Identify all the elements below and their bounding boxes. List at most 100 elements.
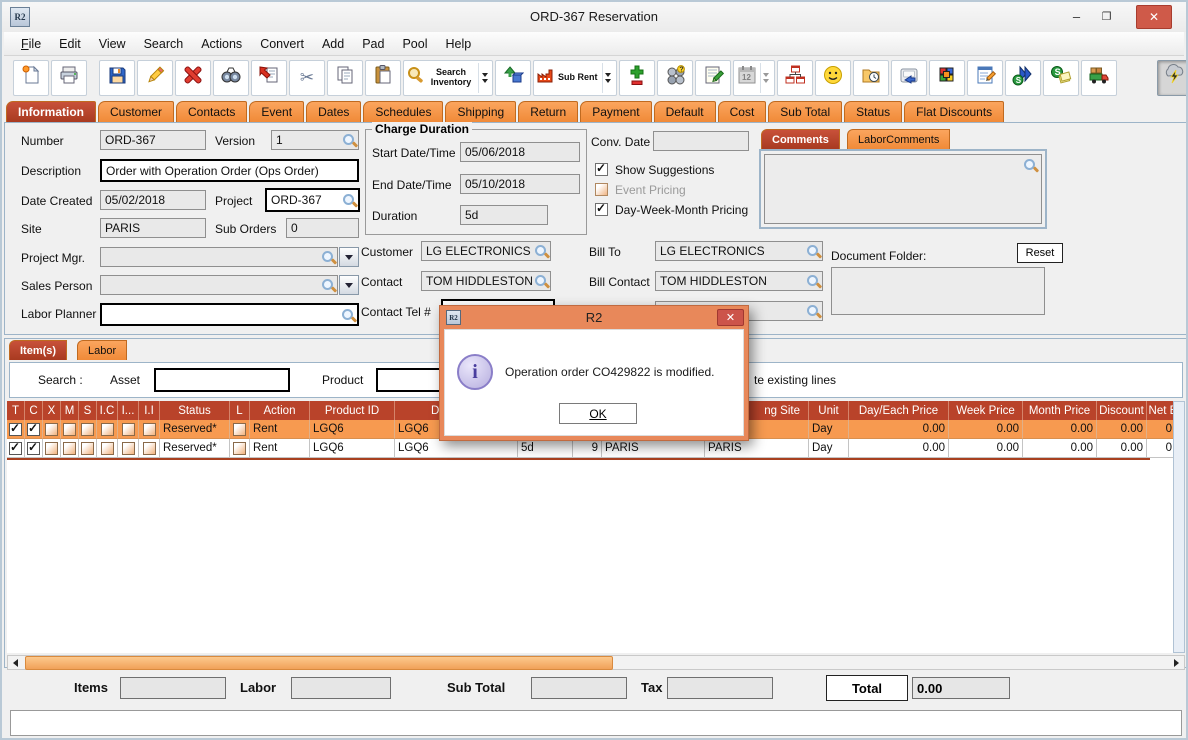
customer-field[interactable]: LG ELECTRONICS [421,241,551,261]
search-icon[interactable] [320,277,336,293]
sales-person-field[interactable] [100,275,338,295]
tab-dates[interactable]: Dates [306,101,361,122]
dropdown-arrows-icon[interactable] [602,63,614,93]
menu-edit[interactable]: Edit [50,34,90,54]
col-header-action[interactable]: Action [250,401,310,420]
document-folder-textarea[interactable] [831,267,1045,315]
quote-lightning-button[interactable] [1157,60,1188,96]
asset-input[interactable] [154,368,290,392]
search-icon[interactable] [533,273,549,289]
col-header-s[interactable]: S [79,401,97,420]
maximize-icon[interactable] [1093,5,1120,27]
col-header-l[interactable]: L [230,401,250,420]
search-icon[interactable] [341,132,357,148]
tab-payment[interactable]: Payment [580,101,651,122]
col-header-ic[interactable]: I.C [97,401,118,420]
search-icon[interactable] [805,273,821,289]
row-checkbox[interactable] [45,442,58,455]
search-icon[interactable] [340,307,356,323]
edit-button[interactable] [137,60,173,96]
save-button[interactable] [99,60,135,96]
col-header-month-price[interactable]: Month Price [1023,401,1097,420]
tab-event[interactable]: Event [249,101,304,122]
description-field[interactable]: Order with Operation Order (Ops Order) [100,159,359,182]
menu-search[interactable]: Search [135,34,193,54]
row-checkbox[interactable] [9,442,22,455]
menu-file[interactable]: File [12,34,50,54]
find-button[interactable] [213,60,249,96]
dialog-title-bar[interactable]: R2 R2 [440,306,748,329]
folder-history-button[interactable] [853,60,889,96]
number-field[interactable]: ORD-367 [100,130,206,150]
tab-information[interactable]: Information [6,101,96,122]
row-checkbox[interactable] [143,442,156,455]
tab-flat-discounts[interactable]: Flat Discounts [904,101,1004,122]
bill-to-field[interactable]: LG ELECTRONICS [655,241,823,261]
tab-contacts[interactable]: Contacts [176,101,247,122]
tab-comments[interactable]: Comments [761,129,840,149]
contact-field[interactable]: TOM HIDDLESTON [421,271,551,291]
tab-sub-total[interactable]: Sub Total [768,101,842,122]
event-pricing-checkbox[interactable] [595,183,608,196]
project-field[interactable]: ORD-367 [265,188,360,212]
col-header-ii[interactable]: I.I [139,401,160,420]
delete-button[interactable] [175,60,211,96]
row-checkbox[interactable] [63,423,76,436]
copy-order-button[interactable] [251,60,287,96]
smiley-button[interactable] [815,60,851,96]
search-icon[interactable] [1022,157,1038,173]
menu-add[interactable]: Add [313,34,353,54]
start-date-field[interactable]: 05/06/2018 [460,142,580,162]
comments-textarea[interactable] [764,154,1042,224]
row-checkbox[interactable] [81,442,94,455]
edit-notes-button[interactable] [967,60,1003,96]
project-mgr-dropdown[interactable] [339,247,359,267]
row-checkbox[interactable] [9,423,22,436]
date-created-field[interactable]: 05/02/2018 [100,190,206,210]
row-checkbox[interactable] [143,423,156,436]
menu-help[interactable]: Help [437,34,481,54]
col-header-t[interactable]: T [7,401,25,420]
ok-button[interactable]: OK [559,403,637,424]
col-header-discount[interactable]: Discount [1097,401,1147,420]
tab-items[interactable]: Item(s) [9,340,67,360]
menu-pool[interactable]: Pool [393,34,436,54]
tab-return[interactable]: Return [518,101,578,122]
horizontal-scrollbar[interactable] [7,655,1185,670]
sub-rent-button[interactable]: Sub Rent [533,60,617,96]
tab-schedules[interactable]: Schedules [363,101,443,122]
dropdown-arrows-icon[interactable] [760,63,772,93]
scroll-right-icon[interactable] [1170,657,1183,668]
duration-field[interactable]: 5d [460,205,548,225]
tab-default[interactable]: Default [654,101,716,122]
pool-button[interactable]: ? [657,60,693,96]
row-checkbox[interactable] [101,423,114,436]
tab-labor-comments[interactable]: LaborComments [847,129,950,149]
tab-status[interactable]: Status [844,101,902,122]
search-icon[interactable] [805,243,821,259]
menu-convert[interactable]: Convert [251,34,313,54]
conv-date-field[interactable] [653,131,749,151]
row-checkbox[interactable] [122,423,135,436]
close-icon[interactable] [1136,5,1172,29]
row-checkbox[interactable] [27,423,40,436]
convert-shapes-button[interactable] [495,60,531,96]
table-row[interactable]: Reserved* Rent LGQ6 LGQ6 5d 9 PARIS PARI… [7,439,1173,458]
day-week-month-checkbox[interactable] [595,203,608,216]
search-icon[interactable] [320,249,336,265]
menu-view[interactable]: View [90,34,135,54]
row-checkbox[interactable] [45,423,58,436]
tab-customer[interactable]: Customer [98,101,174,122]
scrollbar-thumb[interactable] [25,656,613,670]
menu-actions[interactable]: Actions [192,34,251,54]
col-header-unit[interactable]: Unit [809,401,849,420]
status-notes-button[interactable]: S [1043,60,1079,96]
hot-key-button[interactable] [891,60,927,96]
col-header-i[interactable]: I... [118,401,139,420]
row-checkbox[interactable] [233,442,246,455]
order-structure-button[interactable] [777,60,813,96]
col-header-m[interactable]: M [61,401,79,420]
col-header-c[interactable]: C [25,401,43,420]
row-checkbox[interactable] [81,423,94,436]
col-header-x[interactable]: X [43,401,61,420]
